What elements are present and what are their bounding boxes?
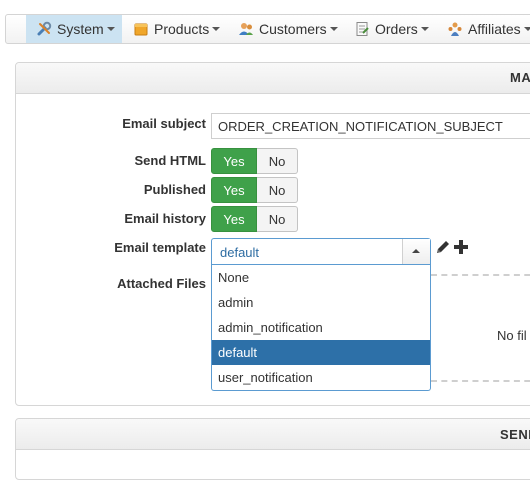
select-toggle-button[interactable] xyxy=(402,239,430,264)
panel-header xyxy=(16,63,530,94)
chevron-up-icon xyxy=(412,249,420,253)
email-template-select[interactable]: default xyxy=(211,238,431,265)
attached-files-label: Attached Files xyxy=(117,276,206,291)
email-template-dropdown: None admin admin_notification default us… xyxy=(211,265,431,391)
email-subject-label: Email subject xyxy=(122,116,206,131)
template-option-default[interactable]: default xyxy=(212,340,430,365)
template-option-admin-notification[interactable]: admin_notification xyxy=(212,315,430,340)
nav-system-label: System xyxy=(57,21,104,37)
nav-products[interactable]: Products xyxy=(133,15,221,43)
email-history-no-button[interactable]: No xyxy=(257,206,298,232)
published-no-button[interactable]: No xyxy=(257,177,298,203)
nav-customers-label: Customers xyxy=(259,21,327,37)
nav-products-label: Products xyxy=(154,21,210,37)
nav-system[interactable]: System xyxy=(26,15,122,43)
send-panel xyxy=(15,418,530,480)
box-icon xyxy=(134,23,148,36)
email-template-value: default xyxy=(220,245,260,260)
chevron-down-icon xyxy=(106,27,115,31)
nav-affiliates[interactable]: Affiliates xyxy=(447,15,530,43)
email-template-label: Email template xyxy=(114,240,206,255)
email-subject-input[interactable] xyxy=(211,113,530,139)
panel-title: MA xyxy=(510,70,530,85)
send-html-no-button[interactable]: No xyxy=(257,148,298,174)
send-html-label: Send HTML xyxy=(134,153,207,168)
template-option-admin[interactable]: admin xyxy=(212,290,430,315)
send-html-toggle: Yes No xyxy=(211,148,298,174)
affiliates-icon xyxy=(448,22,462,36)
users-icon xyxy=(239,23,253,35)
published-toggle: Yes No xyxy=(211,177,298,203)
chevron-down-icon xyxy=(523,27,530,31)
template-option-user-notification[interactable]: user_notification xyxy=(212,365,430,390)
send-panel-title: SEND xyxy=(500,427,530,442)
published-yes-button[interactable]: Yes xyxy=(211,177,257,203)
top-navigation: System Products Customers Orders Affilia… xyxy=(5,14,530,44)
email-history-yes-button[interactable]: Yes xyxy=(211,206,257,232)
no-files-text: No fil xyxy=(497,328,527,343)
panel-header xyxy=(16,419,530,450)
email-history-label: Email history xyxy=(124,211,206,226)
published-label: Published xyxy=(143,182,206,197)
chevron-down-icon xyxy=(212,27,221,31)
nav-orders[interactable]: Orders xyxy=(354,15,429,43)
document-icon xyxy=(356,22,369,36)
nav-customers[interactable]: Customers xyxy=(238,15,338,43)
wrench-icon xyxy=(37,21,52,36)
chevron-down-icon xyxy=(329,27,338,31)
chevron-down-icon xyxy=(420,27,429,31)
nav-orders-label: Orders xyxy=(375,21,418,37)
email-history-toggle: Yes No xyxy=(211,206,298,232)
send-html-yes-button[interactable]: Yes xyxy=(211,148,257,174)
pencil-icon[interactable] xyxy=(435,239,451,255)
template-option-none[interactable]: None xyxy=(212,265,430,290)
plus-icon[interactable] xyxy=(453,239,469,255)
nav-affiliates-label: Affiliates xyxy=(468,21,521,37)
